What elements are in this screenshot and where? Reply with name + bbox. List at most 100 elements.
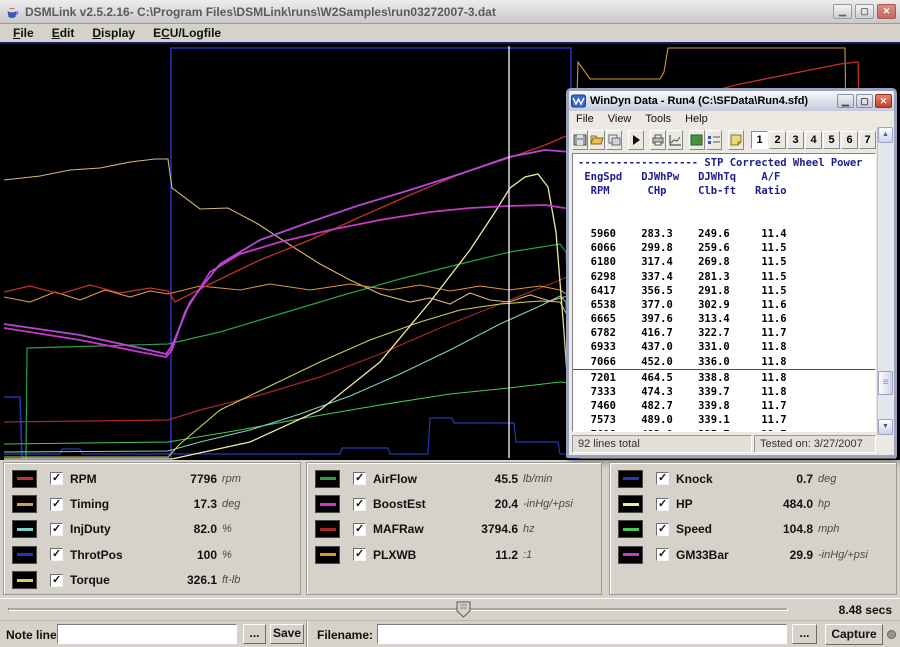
report-row: 7460 482.7 339.8 11.7 [578,399,875,413]
windyn-menu-file[interactable]: File [569,113,601,125]
trace-label: GM33Bar [676,548,729,562]
trace-value: 82.0 [194,522,217,536]
trace-checkbox-plxwb[interactable] [353,548,366,561]
windyn-titlebar[interactable]: WinDyn Data - Run4 (C:\SFData\Run4.sfd) … [569,91,894,111]
page-button-7[interactable]: 7 [859,131,876,149]
trace-swatch [618,520,643,538]
trace-unit: -inHg/+psi [818,549,888,561]
minimize-button[interactable]: ▁ [833,4,852,19]
report-row: 6066 299.8 259.6 11.5 [578,241,875,255]
trace-unit: hz [523,523,593,535]
page-button-6[interactable]: 6 [841,131,858,149]
close-button[interactable]: ✕ [877,4,896,19]
trace-checkbox-injduty[interactable] [50,523,63,536]
report-row: 7201 464.5 338.8 11.8 [578,371,875,385]
windyn-menu-view[interactable]: View [601,113,639,125]
copy-icon[interactable] [606,130,622,150]
windyn-minimize-button[interactable]: ▁ [837,94,854,108]
page-button-4[interactable]: 4 [805,131,822,149]
play-icon[interactable] [628,130,644,150]
note-icon[interactable] [728,130,744,150]
legend-row-rpm: RPM7796rpm [4,466,300,491]
legend-row-boostest: BoostEst20.4-inHg/+psi [307,491,601,516]
page-button-5[interactable]: 5 [823,131,840,149]
chart-icon[interactable] [667,130,683,150]
legend-row-gm33bar: GM33Bar29.9-inHg/+psi [610,542,896,567]
trace-label: Timing [70,497,109,511]
windyn-close-button[interactable]: ✕ [875,94,892,108]
page-button-2[interactable]: 2 [769,131,786,149]
report-row: 6538 377.0 302.9 11.6 [578,298,875,312]
trace-checkbox-boostest[interactable] [353,498,366,511]
save-button[interactable]: Save [270,624,304,644]
trace-value: 7796 [190,472,217,486]
menu-item-ecu-logfile[interactable]: ECU/Logfile [144,26,230,40]
trace-label: InjDuty [70,522,111,536]
menu-item-display[interactable]: Display [83,26,144,40]
legend-row-throtpos: ThrotPos100% [4,542,300,567]
cursor-time: 8.48 secs [839,603,892,617]
trace-checkbox-rpm[interactable] [50,472,63,485]
trace-value: 20.4 [495,497,518,511]
trace-checkbox-knock[interactable] [656,472,669,485]
trace-value: 3794.6 [481,522,518,536]
print-icon[interactable] [650,130,666,150]
windyn-scrollbar[interactable]: ▲ ▼ [877,127,893,435]
legend-row-airflow: AirFlow45.5lb/min [307,466,601,491]
trace-checkbox-torque[interactable] [50,574,63,587]
windyn-maximize-button[interactable]: ▢ [856,94,873,108]
scroll-up-icon[interactable]: ▲ [878,127,893,143]
trace-checkbox-gm33bar[interactable] [656,548,669,561]
legend-group-3: Knock0.7degHP484.0hpSpeed104.8mphGM33Bar… [609,462,897,595]
app-titlebar: DSMLink v2.5.2.16- C:\Program Files\DSML… [0,0,900,24]
maximize-button[interactable]: ▢ [855,4,874,19]
windyn-statusbar: 92 lines total Tested on: 3/27/2007 [572,435,876,453]
trace-value: 0.7 [796,472,813,486]
legend-group-1: RPM7796rpmTiming17.3degInjDuty82.0%Throt… [3,462,301,595]
trace-swatch [12,571,37,589]
legend-row-injduty: InjDuty82.0% [4,517,300,542]
trace-checkbox-airflow[interactable] [353,472,366,485]
trace-unit: % [222,549,292,561]
trace-swatch [12,546,37,564]
scroll-down-icon[interactable]: ▼ [878,419,893,435]
filename-label: Filename: [317,628,373,642]
trace-value: 484.0 [783,497,813,511]
trace-swatch [12,495,37,513]
note-browse-button[interactable]: ... [243,624,266,644]
trace-label: AirFlow [373,472,417,486]
trace-swatch [12,470,37,488]
filename-browse-button[interactable]: ... [792,624,817,644]
trace-unit: hp [818,498,888,510]
menu-item-edit[interactable]: Edit [43,26,84,40]
trace-checkbox-mafraw[interactable] [353,523,366,536]
capture-button[interactable]: Capture [825,624,883,645]
trace-checkbox-speed[interactable] [656,523,669,536]
trace-checkbox-throtpos[interactable] [50,548,63,561]
windyn-window[interactable]: WinDyn Data - Run4 (C:\SFData\Run4.sfd) … [566,88,897,458]
tested-on: Tested on: 3/27/2007 [754,435,876,453]
menu-item-file[interactable]: File [4,26,43,40]
time-slider-track[interactable] [8,608,788,611]
trace-swatch [618,470,643,488]
trace-checkbox-hp[interactable] [656,498,669,511]
page-button-1[interactable]: 1 [751,131,768,149]
windyn-menu-help[interactable]: Help [678,113,715,125]
calc-icon[interactable] [689,130,705,150]
windyn-menu-tools[interactable]: Tools [638,113,678,125]
list-icon[interactable] [706,130,722,150]
scrollbar-thumb[interactable] [878,371,893,395]
trace-swatch [315,495,340,513]
trace-checkbox-timing[interactable] [50,498,63,511]
page-button-3[interactable]: 3 [787,131,804,149]
note-line-input[interactable] [57,624,237,644]
legend-row-torque: Torque326.1ft-lb [4,568,300,593]
open-icon[interactable] [589,130,605,150]
dyno-report[interactable]: ------------------- STP Corrected Wheel … [572,153,876,432]
save-icon[interactable] [572,130,588,150]
filename-input[interactable] [377,624,787,644]
trace-value: 45.5 [495,472,518,486]
trace-swatch [315,546,340,564]
legend-row-plxwb: PLXWB11.2:1 [307,542,601,567]
app-menubar: FileEditDisplayECU/Logfile [0,24,900,42]
